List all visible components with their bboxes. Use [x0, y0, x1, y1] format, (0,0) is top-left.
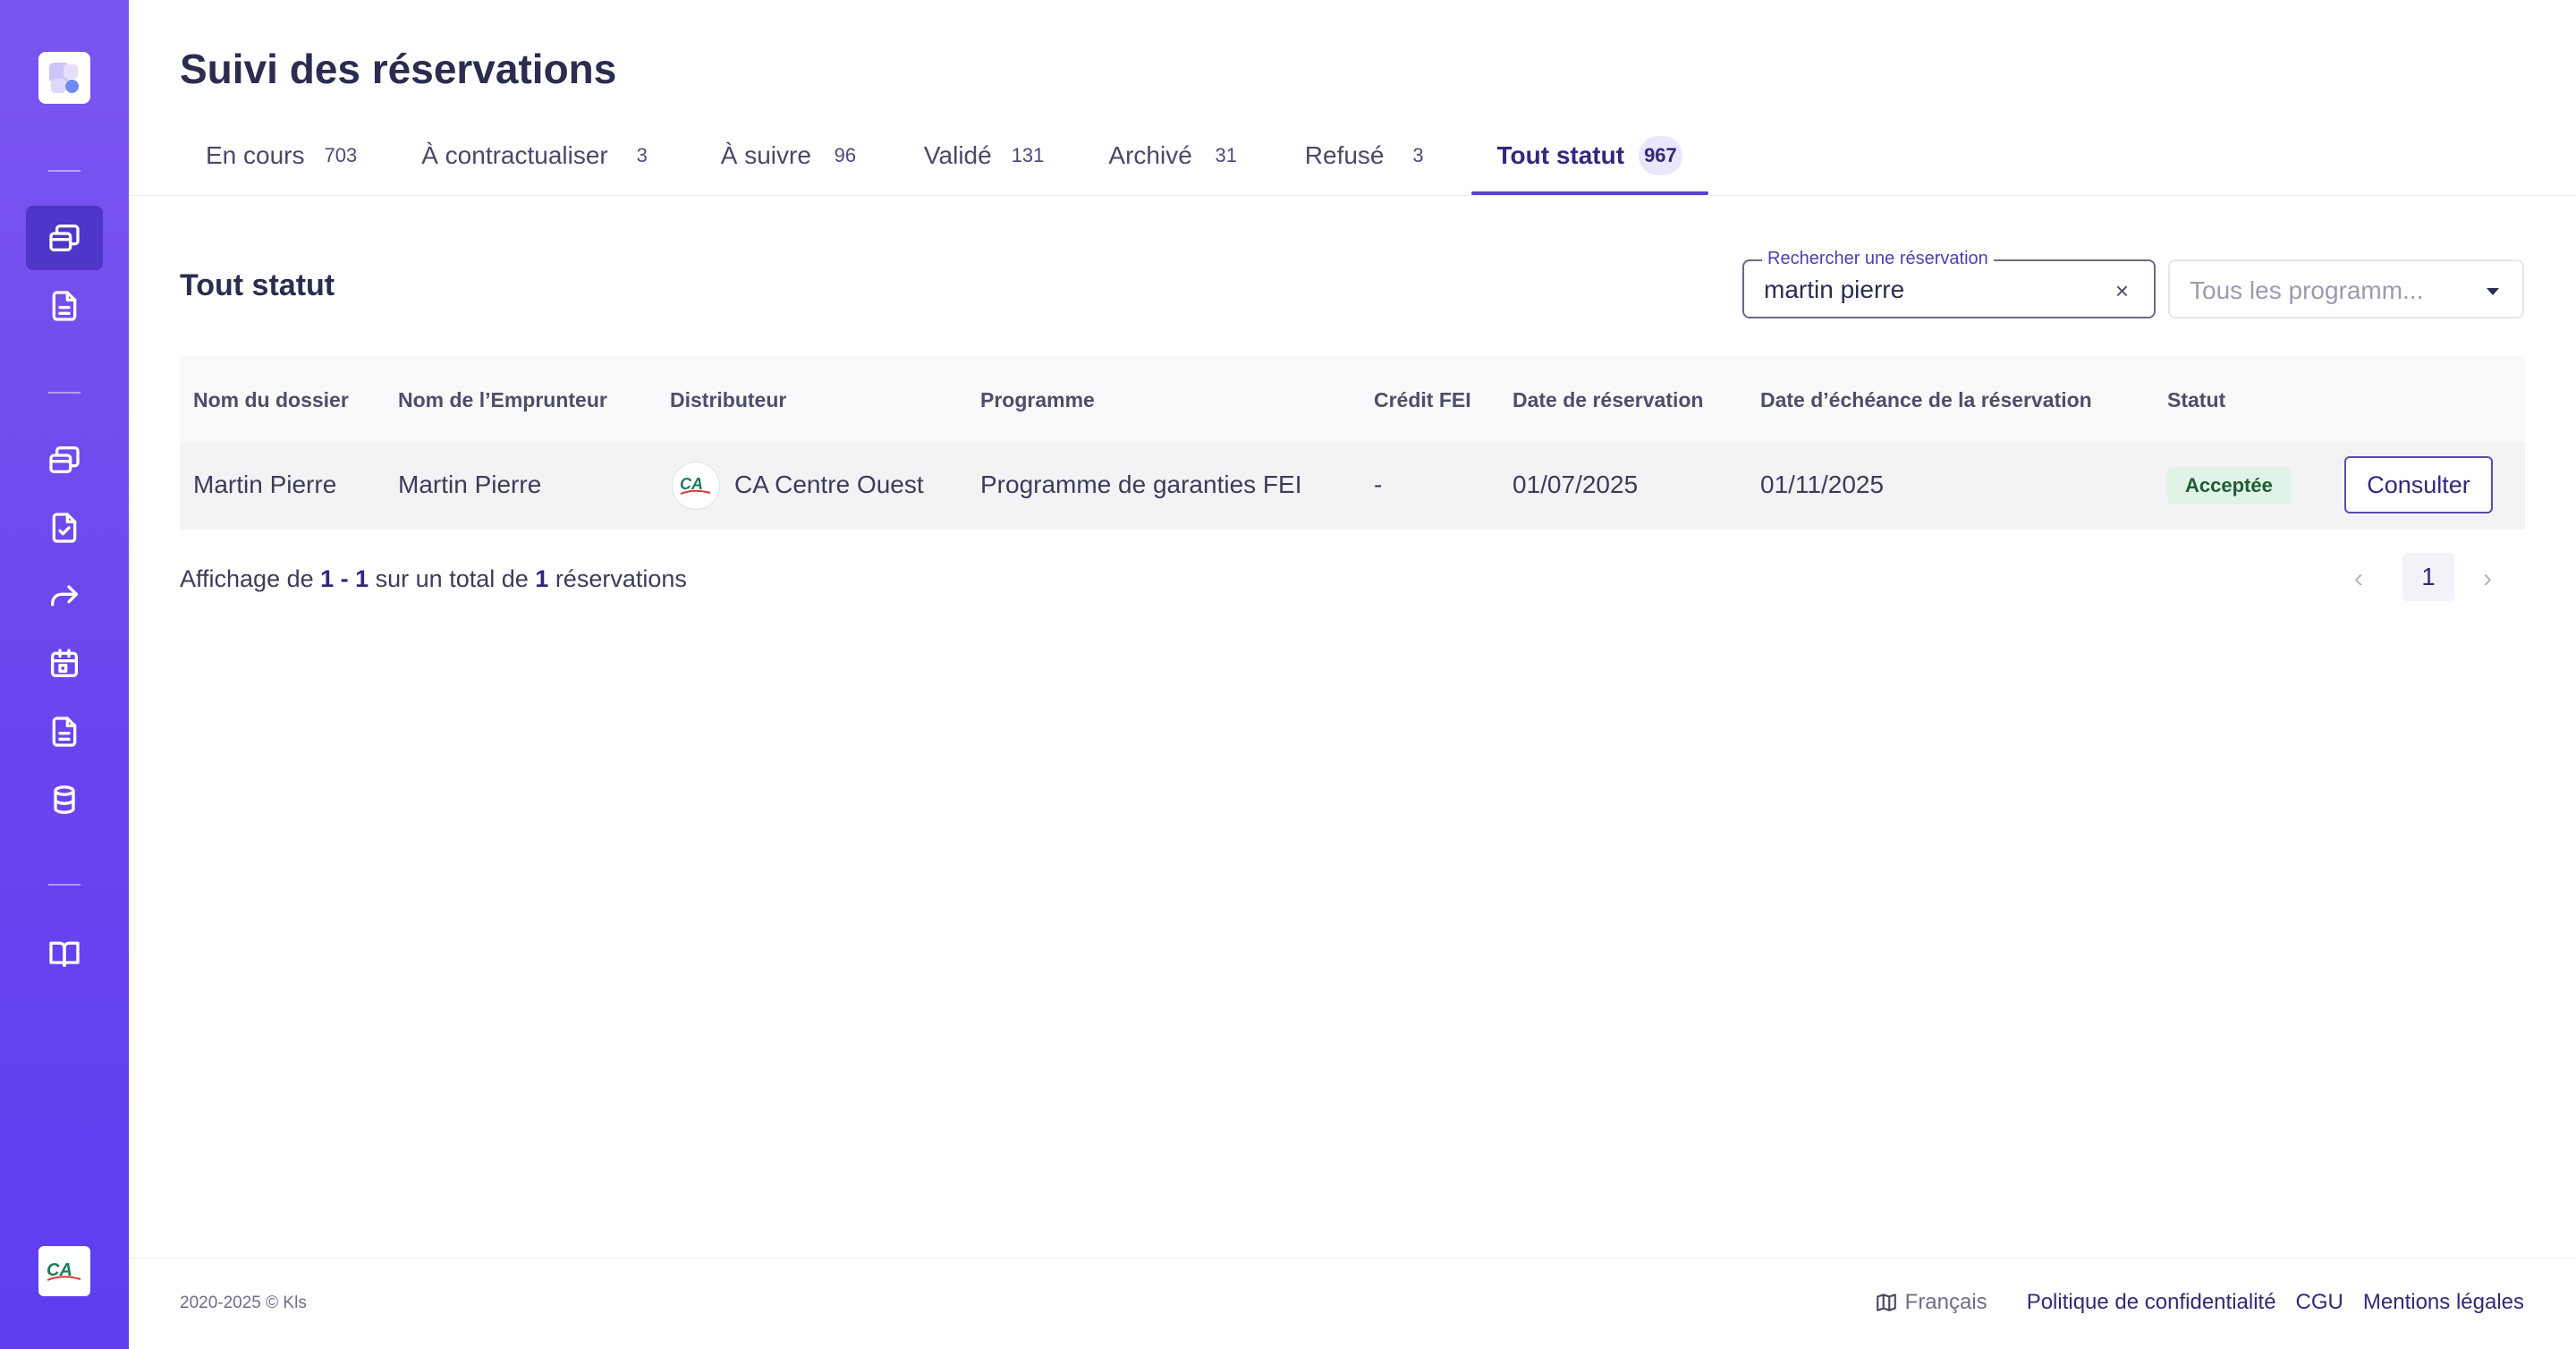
cgu-link[interactable]: CGU [2296, 1290, 2343, 1315]
search-label: Rechercher une réservation [1762, 249, 1994, 269]
clear-icon[interactable]: × [2115, 277, 2129, 305]
sidebar-divider [48, 884, 80, 886]
column-header[interactable]: Nom du dossier [193, 388, 349, 412]
cell-date-reservation: 01/07/2025 [1513, 471, 1639, 498]
cell-programme: Programme de garanties FEI [980, 471, 1302, 498]
app-logo[interactable] [38, 52, 90, 104]
sidebar-item-validations[interactable] [26, 496, 103, 560]
column-header[interactable]: Nom de l’Emprunteur [398, 388, 607, 412]
tab-count-badge: 96 [834, 144, 857, 166]
tab-refuse[interactable]: Refusé 3 [1279, 134, 1464, 177]
column-header[interactable]: Date de réservation [1513, 388, 1703, 412]
programme-select-placeholder: Tous les programm... [2190, 276, 2424, 304]
forward-arrow-icon [51, 585, 79, 607]
tab-archive[interactable]: Archivé 31 [1082, 134, 1271, 177]
table-header: Nom du dossier Nom de l’Emprunteur Distr… [180, 356, 2525, 442]
tab-count-badge: 967 [1639, 136, 1682, 175]
column-header[interactable]: Date d’échéance de la réservation [1760, 388, 2092, 412]
cell-distributeur: CA Centre Ouest [734, 471, 924, 498]
footer-divider [129, 1258, 2576, 1259]
language-selector[interactable]: Français [1875, 1290, 1987, 1315]
ca-logo-icon: CA [47, 1260, 81, 1281]
consult-button[interactable]: Consulter [2344, 456, 2493, 513]
cell-dossier: Martin Pierre [193, 471, 337, 498]
tab-a-suivre[interactable]: À suivre 96 [695, 134, 891, 177]
tab-count-badge: 703 [324, 144, 358, 166]
tab-tout-statut[interactable]: Tout statut 967 [1470, 134, 1709, 195]
cell-date-echeance: 01/11/2025 [1760, 471, 1885, 498]
distributor-logo: CA [672, 462, 720, 510]
tab-count-badge: 3 [636, 144, 648, 166]
document-icon [52, 291, 77, 321]
tab-a-contractualiser[interactable]: À contractualiser 3 [395, 134, 688, 177]
search-value[interactable]: martin pierre [1764, 276, 1904, 304]
sidebar-item-transfers[interactable] [26, 564, 103, 628]
sidebar-item-documents[interactable] [26, 274, 103, 338]
pagination-summary: Affichage de 1 - 1 sur un total de 1 rés… [180, 565, 687, 592]
map-icon [1876, 1294, 1896, 1311]
tab-valide[interactable]: Validé 131 [898, 134, 1075, 177]
database-icon [54, 785, 75, 814]
sidebar-item-calendar[interactable] [26, 632, 103, 696]
tab-count-badge: 31 [1215, 144, 1238, 166]
caret-down-icon [2487, 288, 2499, 295]
sidebar-divider [48, 392, 80, 394]
column-header[interactable]: Programme [980, 388, 1095, 412]
tab-count-badge: 131 [1011, 144, 1045, 166]
section-title: Tout statut [180, 268, 335, 302]
chevron-right-icon[interactable]: › [2483, 564, 2492, 594]
ca-logo-icon: CA [680, 475, 711, 495]
legal-link[interactable]: Mentions légales [2363, 1290, 2524, 1315]
reservations-table: Nom du dossier Nom de l’Emprunteur Distr… [180, 356, 2525, 530]
status-tabs: En cours 703 À contractualiser 3 À suivr… [180, 134, 1716, 195]
search-input[interactable]: Rechercher une réservation martin pierre… [1742, 249, 2156, 318]
document-icon [52, 717, 77, 747]
sidebar-item-reports[interactable] [26, 700, 103, 764]
status-badge: Acceptée [2167, 467, 2291, 505]
sidebar-item-reservations[interactable] [26, 206, 103, 270]
page-title: Suivi des réservations [180, 46, 617, 92]
header-divider [129, 195, 2576, 196]
calendar-icon [51, 649, 79, 677]
table-row[interactable]: Martin Pierre Martin Pierre CA CA Centre… [180, 442, 2525, 530]
column-header[interactable]: Statut [2167, 388, 2225, 412]
copyright: 2020-2025 © Kls [180, 1294, 307, 1312]
stacked-windows-icon [49, 446, 80, 473]
sidebar-item-guide[interactable] [26, 921, 103, 986]
page-button-current[interactable]: 1 [2402, 553, 2454, 601]
stacked-windows-icon [49, 225, 80, 251]
open-book-icon [49, 941, 80, 967]
document-check-icon [52, 513, 77, 543]
column-header[interactable]: Crédit FEI [1374, 388, 1471, 412]
distributor-logo[interactable]: CA [38, 1246, 90, 1296]
sidebar-divider [48, 170, 80, 172]
sidebar-item-dossiers[interactable] [26, 428, 103, 492]
programme-select[interactable]: Tous les programm... [2168, 259, 2524, 318]
column-header[interactable]: Distributeur [670, 388, 786, 412]
chevron-left-icon[interactable]: ‹ [2354, 564, 2363, 594]
privacy-link[interactable]: Politique de confidentialité [2027, 1290, 2276, 1315]
tab-en-cours[interactable]: En cours 703 [180, 134, 388, 177]
sidebar: CA [0, 0, 129, 1349]
tab-count-badge: 3 [1412, 144, 1424, 166]
footer-links: Français Politique de confidentialité CG… [1875, 1290, 2524, 1315]
sidebar-item-database[interactable] [26, 768, 103, 832]
cell-emprunteur: Martin Pierre [398, 471, 542, 498]
cell-credit: - [1374, 471, 1383, 498]
